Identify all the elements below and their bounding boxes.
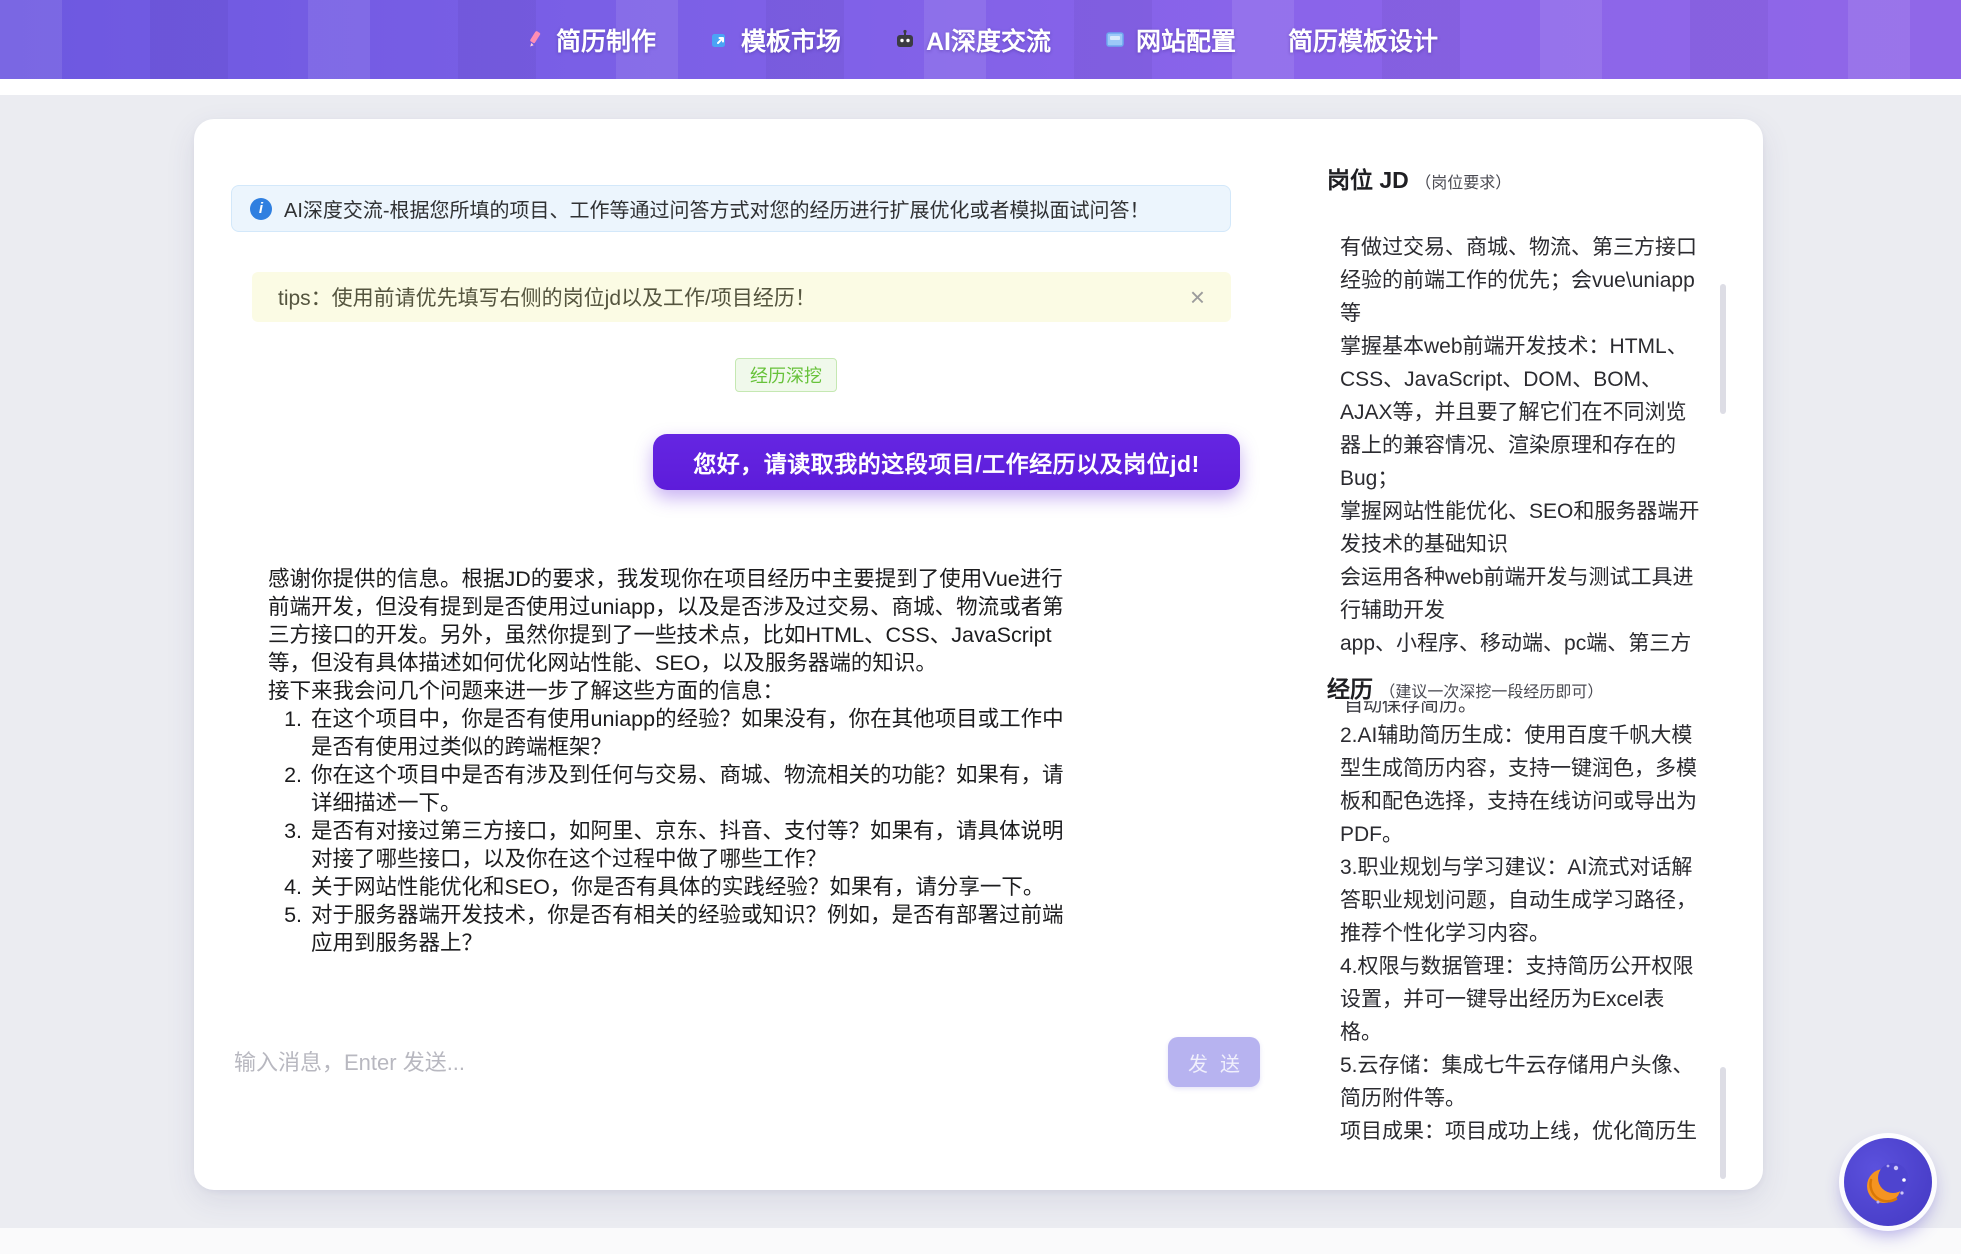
experience-title-text: 经历 — [1327, 676, 1373, 702]
ai-question: 关于网站性能优化和SEO，你是否有具体的实践经验？如果有，请分享一下。 — [308, 873, 1070, 901]
experience-clipped-line: 自动保存简历。 — [1344, 701, 1644, 714]
ai-robot-icon — [893, 28, 917, 52]
ai-question-list: 在这个项目中，你是否有使用uniapp的经验？如果没有，你在其他项目或工作中是否… — [268, 705, 1070, 957]
template-market-icon — [708, 28, 732, 52]
user-message-bubble: 您好，请读取我的这段项目/工作经历以及岗位jd! — [653, 434, 1240, 490]
main-panel: i AI深度交流-根据您所填的项目、工作等通过问答方式对您的经历进行扩展优化或者… — [194, 119, 1763, 1190]
info-banner: i AI深度交流-根据您所填的项目、工作等通过问答方式对您的经历进行扩展优化或者… — [231, 185, 1231, 232]
experience-textarea[interactable]: 2.AI辅助简历生成：使用百度千帆大模型生成简历内容，支持一键润色，多模板和配色… — [1340, 719, 1702, 1151]
message-input[interactable] — [234, 1039, 994, 1087]
dark-mode-toggle-button[interactable] — [1844, 1138, 1932, 1226]
close-icon[interactable]: × — [1190, 284, 1205, 310]
experience-section-title: 经历 （建议一次深挖一段经历即可） — [1327, 670, 1603, 704]
nav-label: 模板市场 — [741, 22, 841, 58]
ai-question: 对于服务器端开发技术，你是否有相关的经验或知识？例如，是否有部署过前端应用到服务… — [308, 901, 1070, 957]
info-icon: i — [250, 198, 272, 220]
nav-bottom-band — [0, 79, 1961, 95]
session-tag: 经历深挖 — [735, 358, 837, 392]
nav-label: 网站配置 — [1136, 22, 1236, 58]
nav-label: 简历模板设计 — [1288, 22, 1438, 58]
jd-scrollbar[interactable] — [1720, 284, 1726, 414]
jd-section-title: 岗位 JD （岗位要求） — [1327, 161, 1511, 195]
top-nav: 简历制作 模板市场 AI深度交流 — [0, 0, 1961, 79]
nav-item-site-config[interactable]: 网站配置 — [1103, 22, 1236, 58]
tips-banner: tips：使用前请优先填写右侧的岗位jd以及工作/项目经历！ × — [252, 272, 1231, 322]
info-banner-text: AI深度交流-根据您所填的项目、工作等通过问答方式对您的经历进行扩展优化或者模拟… — [284, 194, 1150, 223]
jd-title-subtitle: （岗位要求） — [1415, 175, 1511, 192]
ai-question: 在这个项目中，你是否有使用uniapp的经验？如果没有，你在其他项目或工作中是否… — [308, 705, 1070, 761]
nav-item-template-design[interactable]: 简历模板设计 — [1288, 22, 1438, 58]
experience-scrollbar[interactable] — [1720, 1067, 1726, 1179]
resume-pen-icon — [523, 28, 547, 52]
ai-message-lead: 接下来我会问几个问题来进一步了解这些方面的信息： — [268, 677, 1070, 705]
ai-message-intro: 感谢你提供的信息。根据JD的要求，我发现你在项目经历中主要提到了使用Vue进行前… — [268, 565, 1070, 677]
jd-title-text: 岗位 JD — [1327, 167, 1409, 193]
nav-item-resume-builder[interactable]: 简历制作 — [523, 22, 656, 58]
page-bottom-band — [0, 1228, 1961, 1254]
ai-question: 你在这个项目中是否有涉及到任何与交易、商城、物流相关的功能？如果有，请详细描述一… — [308, 761, 1070, 817]
send-button[interactable]: 发送 — [1168, 1037, 1260, 1087]
experience-title-subtitle: （建议一次深挖一段经历即可） — [1379, 684, 1603, 701]
nav-item-template-market[interactable]: 模板市场 — [708, 22, 841, 58]
jd-textarea[interactable]: 有做过交易、商城、物流、第三方接口经验的前端工作的优先；会vue\uniapp等… — [1340, 231, 1702, 663]
ai-question: 是否有对接过第三方接口，如阿里、京东、抖音、支付等？如果有，请具体说明对接了哪些… — [308, 817, 1070, 873]
nav-label: AI深度交流 — [926, 22, 1051, 58]
nav-item-ai-chat[interactable]: AI深度交流 — [893, 22, 1051, 58]
moon-icon — [1844, 1214, 1932, 1229]
tips-banner-text: tips：使用前请优先填写右侧的岗位jd以及工作/项目经历！ — [278, 282, 816, 312]
site-config-icon — [1103, 28, 1127, 52]
ai-message: 感谢你提供的信息。根据JD的要求，我发现你在项目经历中主要提到了使用Vue进行前… — [268, 565, 1070, 957]
nav-label: 简历制作 — [556, 22, 656, 58]
nav-items: 简历制作 模板市场 AI深度交流 — [523, 22, 1438, 58]
